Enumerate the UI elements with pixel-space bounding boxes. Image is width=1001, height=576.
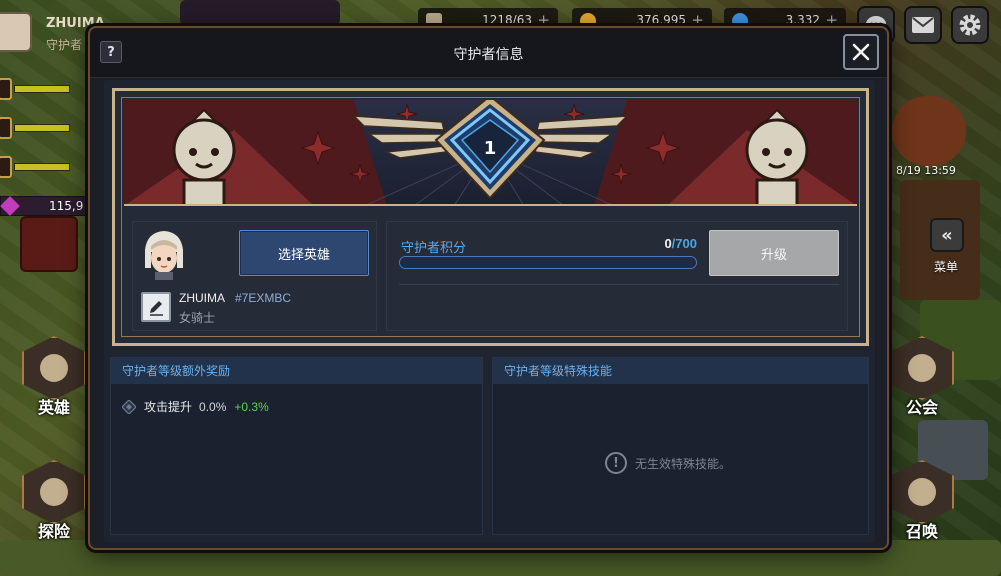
double-chevron-left-icon: « bbox=[941, 224, 953, 246]
settings-button[interactable] bbox=[951, 6, 989, 44]
choose-hero-button[interactable]: 选择英雄 bbox=[239, 230, 369, 276]
points-value: 0/700 bbox=[607, 236, 697, 251]
status-icon bbox=[0, 156, 12, 178]
status-fill bbox=[14, 163, 70, 171]
stamina-value: 1218/63 bbox=[482, 13, 532, 27]
edit-name-button[interactable] bbox=[141, 292, 171, 322]
diamond-icon bbox=[122, 399, 136, 414]
hero-name: ZHUIMA bbox=[179, 291, 225, 305]
points-divider bbox=[399, 284, 839, 285]
special-skill-title: 守护者等级特殊技能 bbox=[493, 358, 868, 384]
dialog-title: 守护者信息 bbox=[453, 47, 524, 63]
player-role: 守护者 bbox=[46, 38, 83, 52]
upgrade-button[interactable]: 升级 bbox=[709, 230, 839, 276]
status-bar bbox=[0, 156, 90, 178]
points-label: 守护者积分 bbox=[401, 241, 467, 256]
bonus-row: 攻击提升 0.0% +0.3% bbox=[122, 398, 269, 415]
close-button[interactable] bbox=[843, 34, 879, 70]
points-current: 0 bbox=[664, 236, 672, 251]
gem-count: 115,9 bbox=[49, 199, 84, 213]
hero-portrait[interactable] bbox=[141, 228, 187, 280]
bonus-label: 攻击提升 bbox=[144, 400, 193, 414]
dialog-header: ? 守护者信息 bbox=[90, 28, 887, 78]
status-bar bbox=[0, 117, 90, 139]
mail-button[interactable] bbox=[904, 6, 942, 44]
summon-card-icon bbox=[890, 460, 954, 524]
mail-icon bbox=[912, 17, 934, 33]
hero-card: 选择英雄 ZHUIMA #7EXMBC 女骑士 bbox=[132, 221, 377, 331]
castle-icon bbox=[890, 336, 954, 400]
gem-counter[interactable]: 115,9 bbox=[0, 196, 92, 216]
player-avatar[interactable] bbox=[0, 12, 32, 52]
pencil-icon bbox=[150, 301, 163, 316]
gear-icon bbox=[959, 14, 981, 36]
status-icon bbox=[0, 78, 12, 100]
nav-summon[interactable]: 召唤 bbox=[882, 460, 962, 556]
gold-value: 376,995 bbox=[636, 13, 686, 27]
event-timer: 8/19 13:59 bbox=[896, 164, 956, 177]
menu-toggle-button[interactable]: « bbox=[930, 218, 964, 252]
dialog-body: 1 选择英雄 ZHUIMA #7EXMBC 女骑士 守护者积分 0/700 升级… bbox=[104, 80, 875, 542]
guardian-points-card: 守护者积分 0/700 升级 bbox=[386, 221, 848, 331]
status-fill bbox=[14, 85, 70, 93]
status-bars bbox=[0, 78, 90, 195]
rank-banner: 1 bbox=[124, 100, 857, 206]
points-max: 700 bbox=[675, 236, 697, 251]
empty-skill-text: 无生效特殊技能。 bbox=[635, 456, 732, 471]
nav-heroes[interactable]: 英雄 bbox=[14, 336, 94, 432]
level-bonus-title: 守护者等级额外奖励 bbox=[111, 358, 482, 384]
status-icon bbox=[0, 117, 12, 139]
nav-guild[interactable]: 公会 bbox=[882, 336, 962, 432]
status-fill bbox=[14, 124, 70, 132]
nav-adventure[interactable]: 探险 bbox=[14, 460, 94, 556]
close-icon bbox=[852, 43, 870, 61]
guardian-rank-card: 1 选择英雄 ZHUIMA #7EXMBC 女骑士 守护者积分 0/700 升级 bbox=[112, 88, 869, 346]
warning-icon: ! bbox=[605, 452, 627, 474]
hero-tag: #7EXMBC bbox=[235, 291, 292, 305]
status-bar bbox=[0, 78, 90, 100]
menu-label: 菜单 bbox=[934, 260, 959, 274]
points-progress-bar bbox=[399, 256, 697, 269]
compass-icon bbox=[22, 460, 86, 524]
rank-level: 1 bbox=[483, 138, 497, 159]
hero-icon bbox=[22, 336, 86, 400]
gem-icon bbox=[0, 196, 20, 216]
level-bonus-panel: 守护者等级额外奖励 攻击提升 0.0% +0.3% bbox=[110, 357, 483, 535]
hero-class: 女骑士 bbox=[179, 311, 216, 325]
empty-skill-message: ! 无生效特殊技能。 bbox=[605, 452, 731, 474]
special-skill-panel: 守护者等级特殊技能 ! 无生效特殊技能。 bbox=[492, 357, 869, 535]
gem-value: 3,332 bbox=[785, 13, 820, 27]
guardian-info-dialog: ? 守护者信息 1 选择英雄 ZHUIMA #7EXMBC 女骑士 守护者积分 … bbox=[88, 26, 889, 550]
bonus-current: 0.0% bbox=[199, 399, 227, 414]
bonus-increase: +0.3% bbox=[234, 399, 269, 414]
